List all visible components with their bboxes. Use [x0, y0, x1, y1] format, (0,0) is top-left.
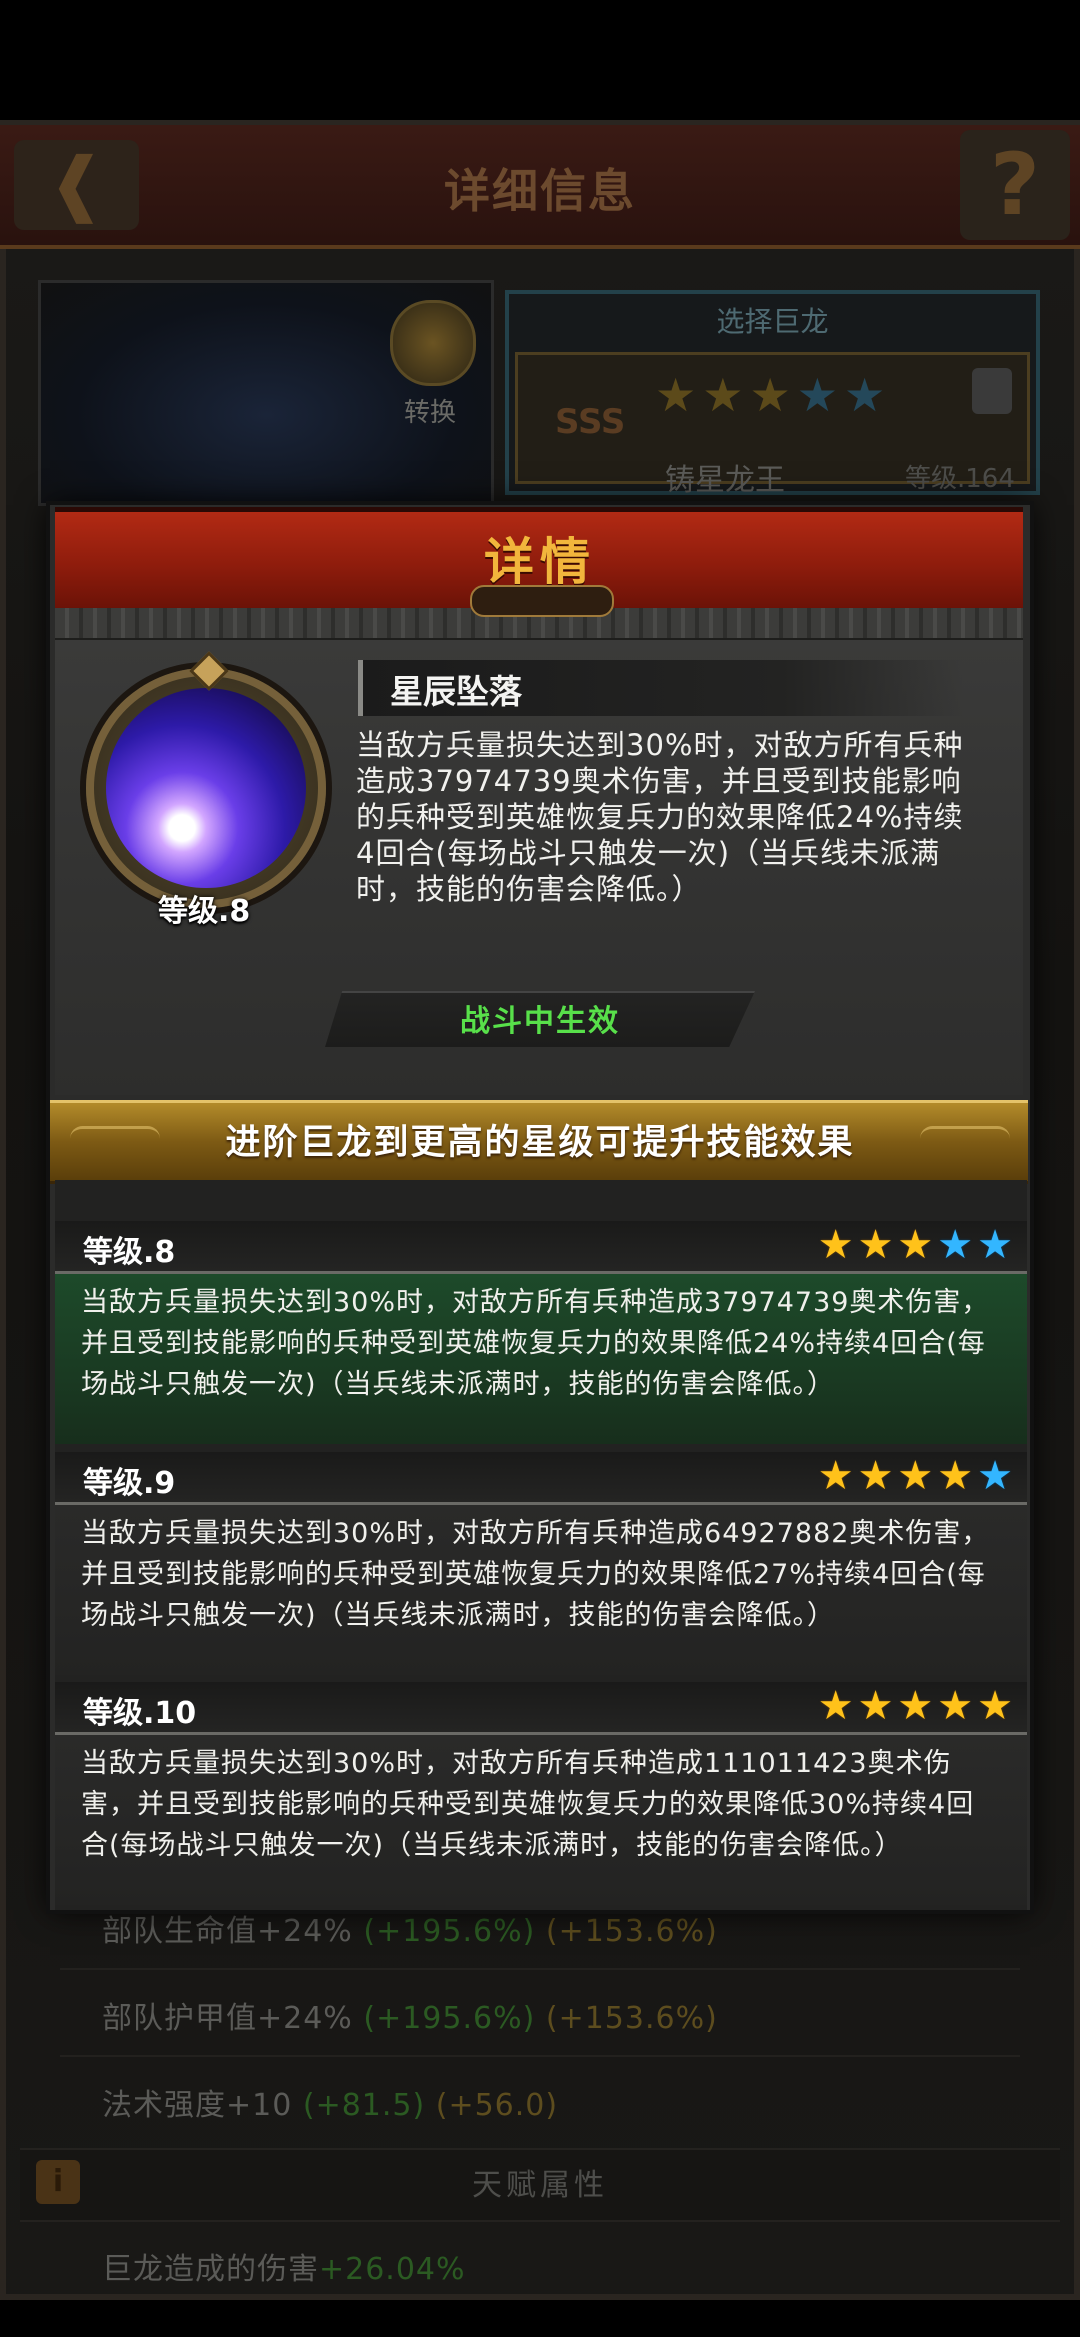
level-description: 当敌方兵量损失达到30%时，对敌方所有兵种造成64927882奥术伤害，并且受到… [81, 1518, 990, 1631]
stat-label: 部队护甲值+24% [102, 2001, 353, 2036]
level-star-rating: ★★★★★ [817, 1222, 1017, 1268]
star-fall-skill-icon [106, 688, 306, 888]
stat-label: 法术强度+10 [102, 2088, 293, 2123]
divider [60, 2055, 1020, 2057]
level-card-header: 等级.10 ★★★★★ [55, 1682, 1027, 1735]
skill-name: 星辰坠落 [390, 672, 522, 711]
header-ornament [470, 585, 614, 617]
level-title: 等级.9 [83, 1466, 176, 1501]
level-title: 等级.10 [83, 1696, 197, 1731]
stat-bonus-green: (+195.6%) [363, 2001, 536, 2036]
help-button[interactable]: ? [960, 130, 1070, 240]
dragon-name: 铸星龙王 [665, 463, 785, 498]
stat-bonus-gold: (+153.6%) [545, 1914, 718, 1949]
talent-label: 天赋属性 [472, 2168, 608, 2203]
level-card-header: 等级.8 ★★★★★ [55, 1221, 1027, 1274]
stat-bonus-green: (+81.5) [302, 2088, 426, 2123]
skill-description: 当敌方兵量损失达到30%时，对敌方所有兵种造成37974739奥术伤害，并且受到… [356, 728, 964, 906]
upgrade-banner-label: 进阶巨龙到更高的星级可提升技能效果 [225, 1123, 855, 1163]
level-star-rating: ★★★★★ [817, 1453, 1017, 1499]
convert-label: 转换 [403, 398, 456, 428]
level-star-rating: ★★★★★ [817, 1683, 1017, 1729]
level-card-header: 等级.9 ★★★★★ [55, 1452, 1027, 1505]
stat-label: 部队生命值+24% [102, 1914, 353, 1949]
stat-bonus-gold: (+56.0) [435, 2088, 559, 2123]
skill-level: 等级.8 [158, 894, 251, 929]
level-card-body: 当敌方兵量损失达到30%时，对敌方所有兵种造成64927882奥术伤害，并且受到… [55, 1505, 1027, 1675]
page-title: 详细信息 [444, 164, 636, 218]
convert-icon[interactable] [390, 300, 476, 386]
level-description: 当敌方兵量损失达到30%时，对敌方所有兵种造成111011423奥术伤害，并且受… [81, 1748, 975, 1861]
level-description: 当敌方兵量损失达到30%时，对敌方所有兵种造成37974739奥术伤害，并且受到… [81, 1287, 990, 1400]
level-title: 等级.8 [83, 1235, 176, 1270]
dragon-rank-badge: SSS [555, 402, 626, 442]
stat-spell-power: 法术强度+10 (+81.5) (+56.0) [102, 2080, 558, 2124]
level-card-body: 当敌方兵量损失达到30%时，对敌方所有兵种造成37974739奥术伤害，并且受到… [55, 1274, 1027, 1444]
stat-label: 巨龙造成的伤害 [102, 2252, 319, 2287]
modal-title: 详情 [484, 533, 596, 591]
stat-bonus-green: (+195.6%) [363, 1914, 536, 1949]
stat-bonus-gold: (+153.6%) [545, 2001, 718, 2036]
dragon-level: 等级.164 [905, 464, 1015, 494]
select-dragon-header: 选择巨龙 [716, 305, 829, 338]
effect-condition-label: 战斗中生效 [460, 1004, 620, 1039]
dragon-star-rating: ★★★★★ [655, 368, 892, 422]
stat-dragon-damage: 巨龙造成的伤害+26.04% [102, 2244, 466, 2288]
stat-troop-hp: 部队生命值+24% (+195.6%) (+153.6%) [102, 1906, 718, 1950]
level-card-body: 当敌方兵量损失达到30%时，对敌方所有兵种造成111011423奥术伤害，并且受… [55, 1735, 1027, 1905]
stat-bonus-green: +26.04% [319, 2252, 466, 2287]
divider [60, 1968, 1020, 1970]
lock-icon[interactable] [972, 368, 1012, 414]
stat-troop-armor: 部队护甲值+24% (+195.6%) (+153.6%) [102, 1993, 718, 2037]
